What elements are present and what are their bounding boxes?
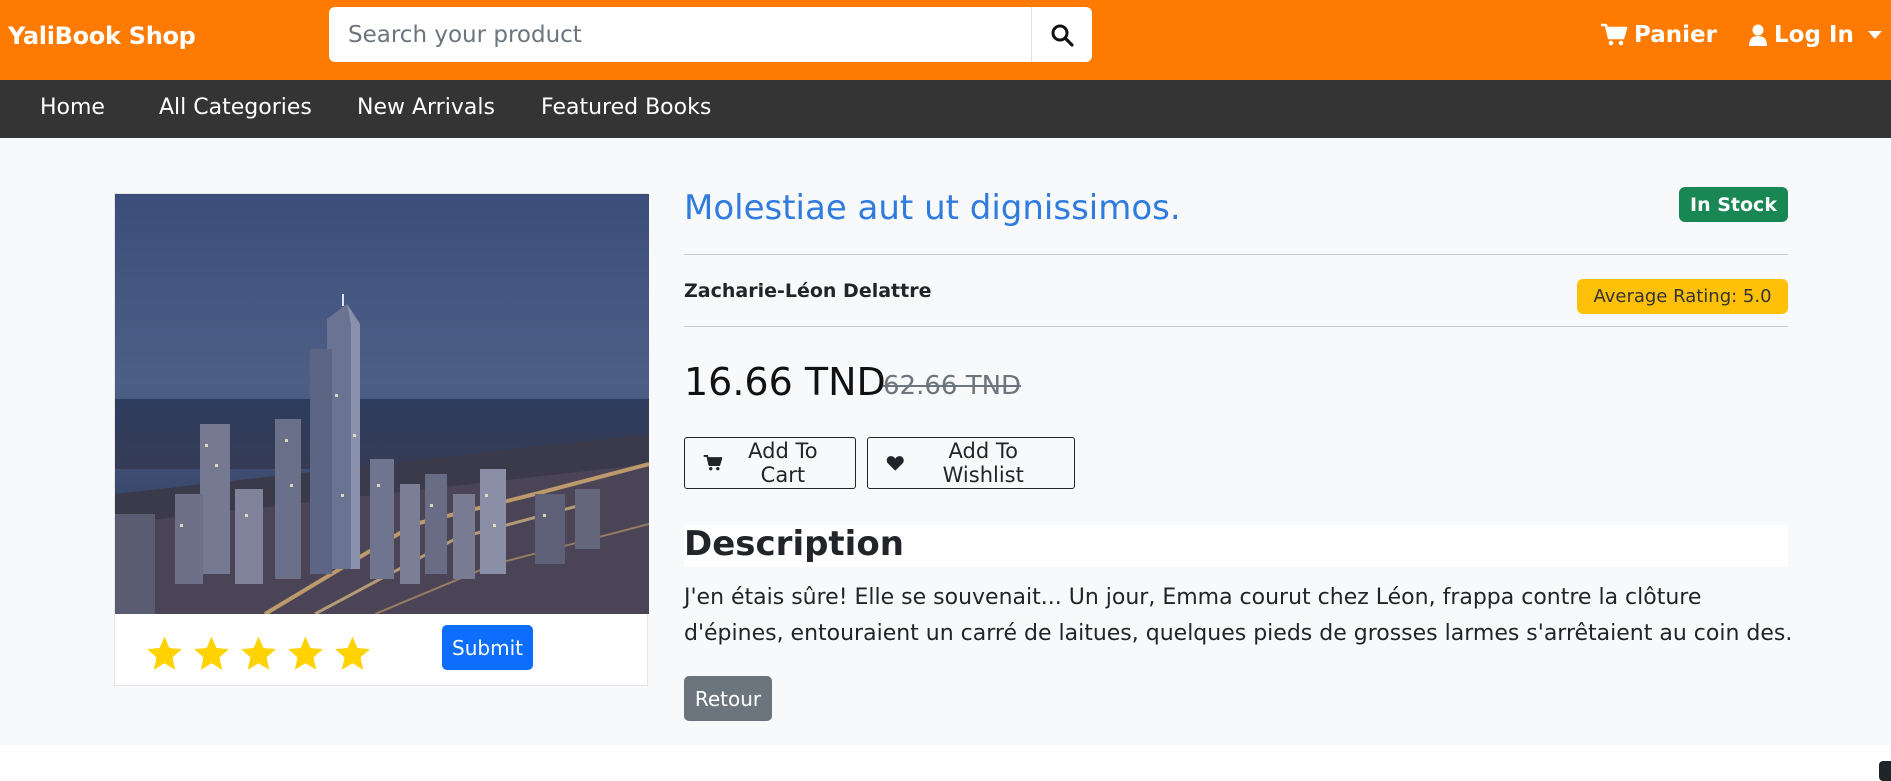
star-rating-input (145, 634, 372, 673)
add-to-wishlist-button[interactable]: Add To Wishlist (867, 437, 1075, 489)
main-nav: Home All Categories New Arrivals Feature… (0, 80, 1891, 138)
star-icon[interactable] (192, 634, 231, 673)
nav-new-arrivals[interactable]: New Arrivals (357, 95, 495, 120)
product-detail: Submit Molestiae aut ut dignissimos. In … (0, 138, 1891, 745)
cart-icon (1601, 23, 1628, 46)
chevron-down-icon (1867, 31, 1882, 39)
top-header: YaliBook Shop Panier Log In (0, 0, 1891, 80)
average-rating-badge: Average Rating: 5.0 (1577, 279, 1788, 314)
product-title: Molestiae aut ut dignissimos. (684, 188, 1181, 228)
login-dropdown[interactable]: Log In (1748, 22, 1882, 48)
add-to-wishlist-label: Add To Wishlist (942, 439, 1024, 487)
divider (684, 254, 1788, 255)
brand-logo[interactable]: YaliBook Shop (8, 22, 196, 50)
cart-link[interactable]: Panier (1600, 22, 1717, 48)
login-label: Log In (1774, 22, 1854, 48)
current-price: 16.66 TND (684, 360, 886, 404)
image-card: Submit (114, 193, 649, 686)
submit-rating-button[interactable]: Submit (442, 625, 533, 670)
stock-badge: In Stock (1679, 187, 1788, 222)
search-input[interactable] (329, 7, 1029, 62)
search-button[interactable] (1031, 7, 1092, 62)
cart-label: Panier (1634, 22, 1717, 48)
description-heading: Description (684, 524, 904, 564)
book-cover-image (115, 194, 649, 614)
search-icon (1051, 24, 1074, 47)
add-to-cart-button[interactable]: Add To Cart (684, 437, 856, 489)
old-price: 62.66 TND (883, 371, 1022, 401)
nav-all-categories[interactable]: All Categories (159, 95, 312, 120)
add-to-cart-label: Add To Cart (748, 439, 818, 487)
product-author: Zacharie-Léon Delattre (684, 280, 932, 302)
heart-icon (886, 456, 904, 471)
star-icon[interactable] (239, 634, 278, 673)
user-icon (1749, 24, 1767, 46)
star-icon[interactable] (145, 634, 184, 673)
cart-icon (703, 455, 723, 471)
nav-home[interactable]: Home (40, 95, 105, 120)
back-button[interactable]: Retour (684, 676, 772, 721)
search-bar (329, 7, 1092, 62)
scroll-to-top-button[interactable] (1879, 761, 1891, 781)
description-text: J'en étais sûre! Elle se souvenait... Un… (684, 585, 1793, 646)
star-icon[interactable] (286, 634, 325, 673)
divider (684, 326, 1788, 327)
star-icon[interactable] (333, 634, 372, 673)
nav-featured-books[interactable]: Featured Books (541, 95, 711, 120)
